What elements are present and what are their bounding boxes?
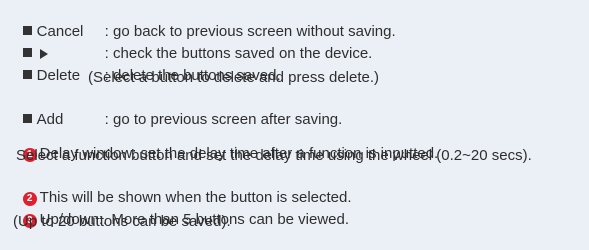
square-bullet-icon [22,114,32,123]
note-1-cont: Select a function button and set the del… [16,147,532,164]
legend-add: Add: go to previous screen after saving. [6,90,342,128]
note-1: 1 Delay window: set the delay time after … [6,124,438,162]
legend-delete-note: (Select a button to delete and press del… [88,69,380,86]
note-2: 2 This will be shown when the button is s… [6,168,352,206]
square-bullet-icon [22,70,32,79]
legend-delete: Delete: delete the buttons saved. [6,46,281,84]
legend-cancel: Cancel: go back to previous screen witho… [6,2,396,40]
note-3-cont: (Up to 20 buttons can be saved). [13,213,231,230]
note-3: 3 Up/down:. More than 5 buttons can be vi… [6,190,349,228]
legend-play: : check the buttons saved on the device. [6,24,372,62]
